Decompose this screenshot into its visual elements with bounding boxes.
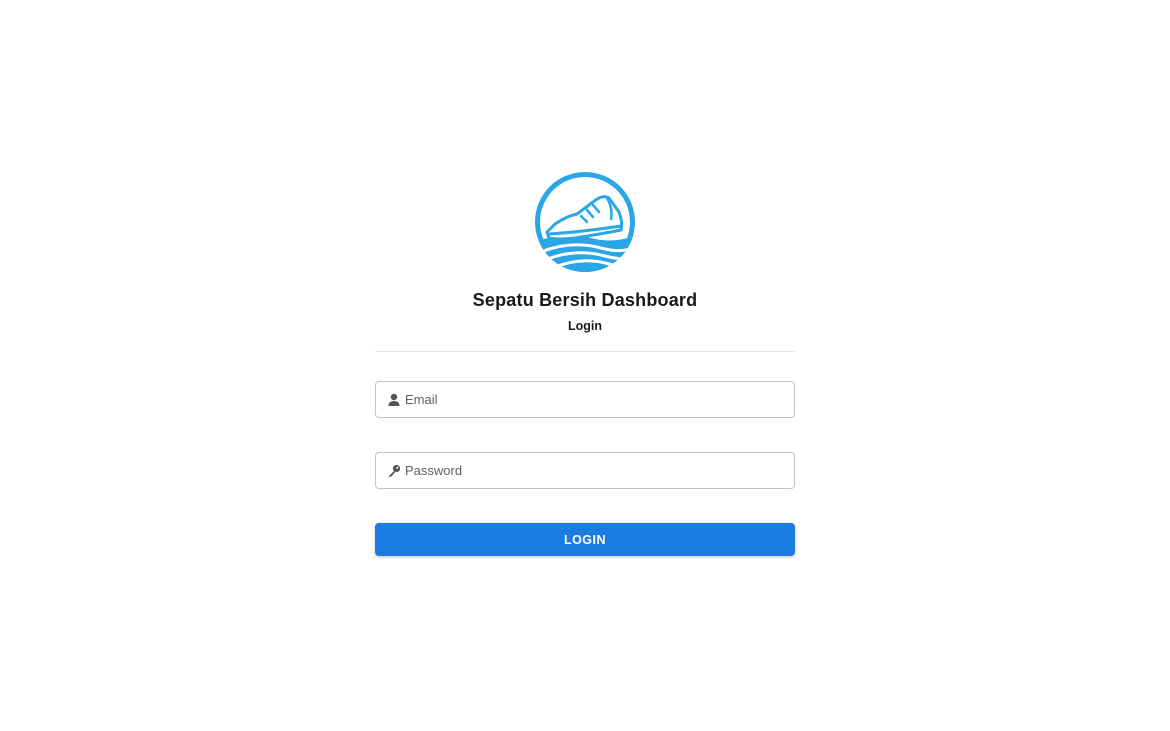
key-icon bbox=[388, 464, 401, 477]
password-input[interactable] bbox=[405, 453, 785, 488]
password-field[interactable] bbox=[375, 452, 795, 489]
email-input[interactable] bbox=[405, 382, 785, 417]
page-subtitle: Login bbox=[567, 319, 602, 333]
login-button[interactable]: LOGIN bbox=[375, 523, 795, 556]
login-page: Sepatu Bersih Dashboard Login LOGIN bbox=[0, 0, 1170, 731]
sneaker-wave-logo-icon bbox=[535, 172, 635, 272]
divider bbox=[375, 351, 795, 352]
app-title: Sepatu Bersih Dashboard bbox=[472, 290, 698, 310]
email-field[interactable] bbox=[375, 381, 795, 418]
user-icon bbox=[388, 393, 400, 406]
